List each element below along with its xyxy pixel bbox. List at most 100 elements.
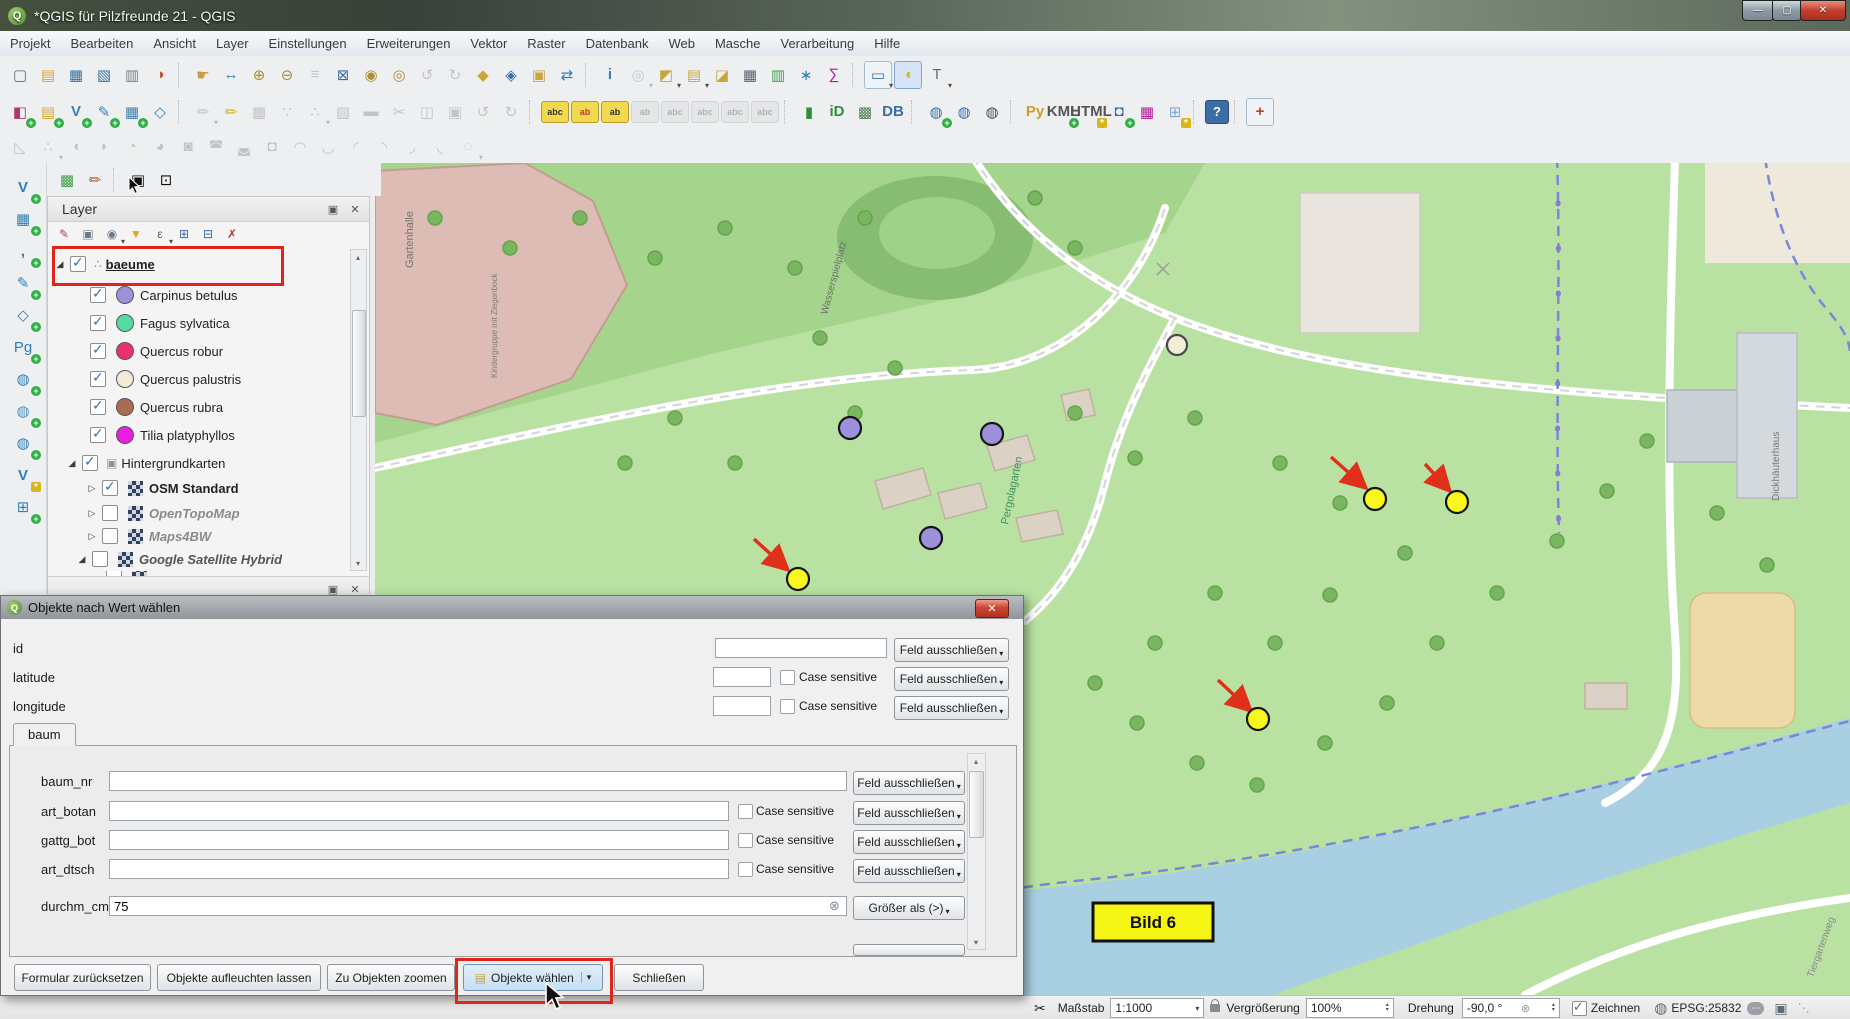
new-virtual-layer-icon[interactable]: ◇	[147, 99, 173, 125]
panel-close-icon[interactable]: ✕	[347, 582, 363, 596]
delete-selected-icon[interactable]: ▬	[358, 99, 384, 125]
expander-icon[interactable]: ◢	[66, 458, 78, 469]
dialog-titlebar[interactable]: Q Objekte nach Wert wählen ✕	[1, 596, 1023, 619]
bookmark-extent-icon[interactable]: ▣	[526, 62, 552, 88]
art-botan-input[interactable]	[109, 801, 729, 821]
layer-checkbox[interactable]	[70, 256, 86, 272]
layer-styling-icon[interactable]: ✎	[53, 224, 75, 244]
modify-attributes-icon[interactable]: ▨	[330, 99, 356, 125]
move-feature-icon[interactable]: ∴	[35, 134, 61, 160]
layer-checkbox[interactable]	[102, 528, 118, 544]
zoom-to-features-button[interactable]: Zu Objekten zoomen	[327, 964, 455, 991]
expression-filter-icon[interactable]: ε	[149, 224, 171, 244]
point-selected-yellow[interactable]	[1247, 708, 1269, 730]
point-selected-yellow[interactable]	[1364, 488, 1386, 510]
new-geopackage-icon[interactable]: ▤	[35, 99, 61, 125]
menu-raster[interactable]: Raster	[517, 31, 575, 56]
menu-einstellungen[interactable]: Einstellungen	[259, 31, 357, 56]
dialog-close-button[interactable]: ✕	[975, 599, 1009, 618]
clear-value-icon[interactable]: ⊗	[829, 898, 840, 914]
panel-close-icon[interactable]: ✕	[347, 202, 363, 216]
layer-checkbox[interactable]	[102, 505, 118, 521]
measure-icon[interactable]: ▭	[864, 61, 892, 89]
sum-features-icon[interactable]: ∑	[821, 62, 847, 88]
python-console-icon[interactable]: Py	[1022, 99, 1048, 125]
split-parts-icon[interactable]: ◝	[371, 134, 397, 160]
layer-checkbox[interactable]	[90, 399, 106, 415]
layer-checkbox[interactable]	[92, 551, 108, 567]
add-ring-icon[interactable]: ◕	[147, 134, 173, 160]
layer-item-osm-standard[interactable]: ▷ OSM Standard	[48, 475, 348, 501]
unpin-label-icon[interactable]: abc	[751, 101, 779, 123]
new-grid-icon[interactable]: ▦	[119, 99, 145, 125]
menu-layer[interactable]: Layer	[206, 31, 259, 56]
layer-item-carpinus-betulus[interactable]: Carpinus betulus	[48, 282, 348, 308]
layers-panel-header[interactable]: Layer ▣ ✕	[48, 197, 369, 222]
data-source-manager-icon[interactable]: ◧	[7, 99, 33, 125]
maximize-button[interactable]: ▢	[1772, 0, 1802, 21]
lock-scale-icon[interactable]	[1210, 1004, 1220, 1012]
select-features-icon[interactable]: ◩	[653, 62, 679, 88]
new-spatialite-icon[interactable]: ✎	[91, 99, 117, 125]
spin-down-icon[interactable]: ▾	[1552, 1008, 1555, 1013]
exclude-field-button-latitude[interactable]: Feld ausschließen▾	[894, 667, 1009, 691]
menu-masche[interactable]: Masche	[705, 31, 771, 56]
minimize-button[interactable]: —	[1742, 0, 1774, 21]
copy-move-feature-icon[interactable]: ◖	[63, 134, 89, 160]
simplify-feature-icon[interactable]: ◔	[119, 134, 145, 160]
rotation-spinbox[interactable]: -90,0 ° ⊗ ▴▾	[1462, 998, 1560, 1018]
filter-legend-icon[interactable]: ▼	[125, 224, 147, 244]
vertex-tool-icon[interactable]: ∴	[302, 99, 328, 125]
rotate-feature-icon[interactable]: ◗	[91, 134, 117, 160]
deselect-features-icon[interactable]: ◪	[709, 62, 735, 88]
undo-icon[interactable]: ↺	[470, 99, 496, 125]
map-tips-icon[interactable]: ◖	[894, 61, 922, 89]
processing-toolbox-icon[interactable]: ∗	[793, 62, 819, 88]
layer-item-google-satellite-hybrid[interactable]: ◢ Google Satellite Hybrid	[48, 546, 348, 572]
open-project-icon[interactable]: ▤	[35, 62, 61, 88]
save-edits-icon[interactable]: ▦	[246, 99, 272, 125]
resize-grip[interactable]: ⋱	[1798, 1001, 1810, 1015]
split-features-icon[interactable]: ◜	[343, 134, 369, 160]
text-annotation-icon[interactable]: T	[924, 62, 950, 88]
plugin-map-edit-icon[interactable]: ✏	[82, 167, 108, 193]
scroll-thumb[interactable]	[969, 771, 984, 838]
dock-add-wfs-icon[interactable]: ◍	[8, 429, 38, 457]
case-sensitive-checkbox[interactable]	[738, 862, 753, 877]
menu-web[interactable]: Web	[658, 31, 705, 56]
layer-item-baeume[interactable]: ◢ ∴ baeume	[48, 251, 348, 277]
select-by-value-icon[interactable]: ▤	[681, 62, 707, 88]
menu-erweiterungen[interactable]: Erweiterungen	[357, 31, 461, 56]
merge-attributes-icon[interactable]: ◟	[427, 134, 453, 160]
scroll-down-icon[interactable]: ▾	[351, 556, 365, 570]
expander-icon[interactable]: ▷	[86, 508, 98, 519]
menu-projekt[interactable]: Projekt	[0, 31, 60, 56]
case-sensitive-checkbox[interactable]	[780, 670, 795, 685]
zoom-full-icon[interactable]: ⊠	[330, 62, 356, 88]
select-features-button[interactable]: ▤ Objekte wählen ▾	[463, 964, 603, 991]
layer-item-tilia-platyphyllos[interactable]: Tilia platyphyllos	[48, 422, 348, 448]
toggle-editing-icon[interactable]: ✏	[218, 99, 244, 125]
web-download-icon[interactable]: ◍	[923, 99, 949, 125]
id-input[interactable]	[715, 638, 887, 658]
rotate-label-icon[interactable]: abc	[691, 101, 719, 123]
statistics-icon[interactable]: ▥	[765, 62, 791, 88]
zoom-in-icon[interactable]: ⊕	[246, 62, 272, 88]
expand-all-icon[interactable]: ⊞	[173, 224, 195, 244]
exclude-field-button-baum-nr[interactable]: Feld ausschließen▾	[853, 771, 965, 795]
dock-add-vectorbox-icon[interactable]: ◇	[8, 301, 38, 329]
latitude-input[interactable]	[713, 667, 771, 687]
case-sensitive-checkbox[interactable]	[780, 699, 795, 714]
fill-ring-icon[interactable]: ◚	[203, 134, 229, 160]
scroll-down-icon[interactable]: ▾	[969, 935, 983, 949]
layer-item-fagus-sylvatica[interactable]: Fagus sylvatica	[48, 310, 348, 336]
layer-checkbox[interactable]	[102, 480, 118, 496]
tab-baum[interactable]: baum	[13, 723, 76, 746]
gattg-bot-input[interactable]	[109, 830, 729, 850]
expander-icon[interactable]: ▷	[86, 483, 98, 494]
run-feature-action-icon[interactable]: ◎	[625, 62, 651, 88]
dock-add-delimited-icon[interactable]: ,	[8, 237, 38, 265]
default-map-tool-icon[interactable]: +	[1246, 98, 1274, 126]
compare-operator-button[interactable]: Größer als (>)▾	[853, 896, 965, 920]
layer-item-quercus-robur[interactable]: Quercus robur	[48, 338, 348, 364]
